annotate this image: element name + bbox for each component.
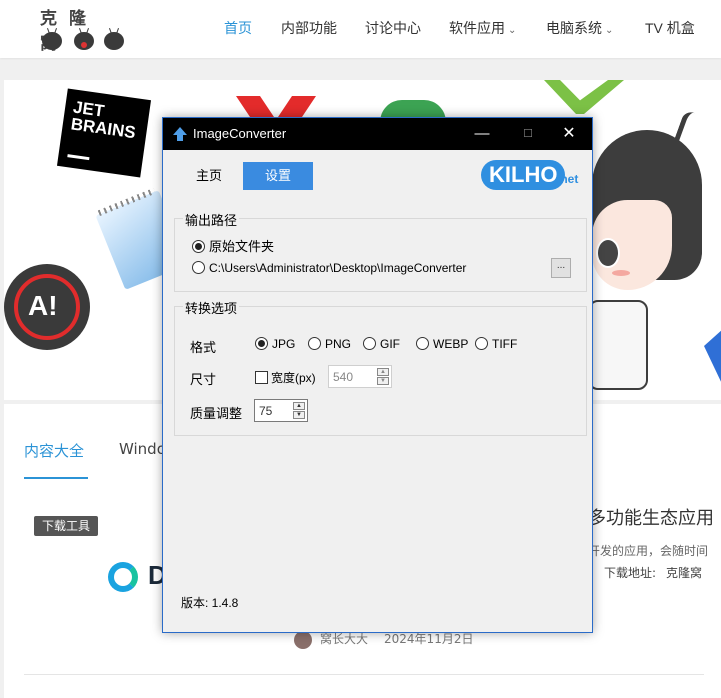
radio-button[interactable] [363,337,376,350]
tab-windows[interactable]: Windo [119,440,166,458]
format-webp[interactable]: WEBP [416,337,468,351]
up-arrow-icon[interactable]: ▲ [293,402,305,410]
tab-all-content[interactable]: 内容大全 [24,440,84,461]
site-logo[interactable]: 克隆窝 [40,4,126,54]
window-title: ImageConverter [193,126,287,141]
app-upload-icon [173,127,187,141]
down-arrow-icon[interactable]: ▼ [293,411,305,419]
format-gif[interactable]: GIF [363,337,400,351]
check-logo-shape [544,80,624,114]
article-desc: 开发的应用，会随时间 [588,544,709,558]
radio-button[interactable] [255,337,268,350]
maximize-button[interactable]: ☐ [505,118,551,150]
output-path-legend: 输出路径 [183,210,240,229]
article-title[interactable]: 多功能生态应用 [588,504,714,530]
width-input[interactable]: 540 ▲ ▼ [328,365,392,388]
tab-active-underline [24,477,88,479]
format-webp-label: WEBP [433,337,469,351]
kilho-logo[interactable]: KILHO .net [481,160,585,192]
width-checkbox-label: 宽度(px) [271,371,316,385]
nav-discussion[interactable]: 讨论中心 [365,18,421,38]
format-jpg-label: JPG [272,337,296,351]
bug-icon [40,28,64,50]
nav-system-label: 电脑系统 [546,20,602,36]
radio-button[interactable] [416,337,429,350]
nav-system[interactable]: 电脑系统 ⌄ [546,18,613,38]
width-checkbox[interactable]: 宽度(px) [255,369,316,386]
convert-options-legend: 转换选项 [183,298,240,317]
width-stepper[interactable]: ▲ ▼ [377,368,389,385]
quality-input[interactable]: 75 ▲ ▼ [254,399,308,422]
convert-options-group: 转换选项 格式 JPG PNG GIF WEBP TIFF 尺寸 宽度(px) … [174,298,587,436]
close-button[interactable]: ✕ [546,118,592,150]
site-header: 克隆窝 首页 内部功能 讨论中心 软件应用⌄ 电脑系统⌄ TV 机盒 [0,0,721,58]
radio-button[interactable] [308,337,321,350]
radio-original-folder[interactable]: 原始文件夹 [192,236,274,255]
author-name[interactable]: 窝长大大 [320,632,368,646]
up-arrow-icon[interactable]: ▲ [377,368,389,376]
ai-logo-icon: A! [4,264,90,350]
format-gif-label: GIF [380,337,400,351]
nav-software-label: 软件应用 [449,20,505,36]
chevron-down-icon: ⌄ [605,25,614,36]
format-png[interactable]: PNG [308,337,351,351]
width-value: 540 [333,370,354,384]
anime-mascot [588,109,721,390]
jetbrains-logo: JET BRAINS [56,88,152,178]
size-label: 尺寸 [190,372,217,387]
nav-software[interactable]: 软件应用 ⌄ [449,18,516,38]
minimize-button[interactable]: — [459,118,505,150]
kilho-logo-text: KILHO [481,160,566,190]
download-label: 下载地址: [604,566,657,580]
nav-tvbox[interactable]: TV 机盒 [645,18,695,38]
quality-value: 75 [259,404,273,418]
format-png-label: PNG [325,337,352,351]
radio-custom-folder[interactable]: C:\Users\Administrator\Desktop\ImageConv… [192,261,466,275]
output-path-group: 输出路径 原始文件夹 C:\Users\Administrator\Deskto… [174,210,587,292]
divider [24,674,704,675]
quality-stepper[interactable]: ▲ ▼ [293,402,305,419]
bug-icon [102,28,126,50]
quality-label: 质量调整 [190,406,243,421]
bug-icon [72,28,96,50]
download-info: 下载地址: 克隆窝 [604,564,702,581]
app-logo-icon [108,562,138,592]
version-label: 版本: 1.4.8 [181,596,239,610]
image-converter-window: ImageConverter — ☐ ✕ 主页 设置 KILHO .net 输出… [162,117,593,633]
jetbrains-text: JET BRAINS [69,97,137,143]
chevron-down-icon: ⌄ [508,25,517,36]
radio-button[interactable] [192,261,205,274]
tab-home[interactable]: 主页 [181,162,237,190]
format-label: 格式 [190,340,217,355]
down-arrow-icon[interactable]: ▼ [377,377,389,385]
radio-button[interactable] [192,240,205,253]
category-tag[interactable]: 下载工具 [34,516,98,536]
format-tiff[interactable]: TIFF [475,337,517,351]
radio-custom-label: C:\Users\Administrator\Desktop\ImageConv… [209,261,467,275]
ai-badge-text: A! [28,290,58,321]
tab-settings[interactable]: 设置 [243,162,313,190]
download-value[interactable]: 克隆窝 [666,566,702,580]
checkbox[interactable] [255,371,268,384]
window-body: 主页 设置 KILHO .net 输出路径 原始文件夹 C:\Users\Adm… [163,150,592,632]
nav-home[interactable]: 首页 [224,18,252,38]
kilho-logo-suffix: .net [557,172,579,186]
title-bar[interactable]: ImageConverter — ☐ ✕ [163,118,592,150]
format-jpg[interactable]: JPG [255,337,295,351]
avatar [294,630,312,649]
radio-button[interactable] [475,337,488,350]
radio-original-label: 原始文件夹 [209,239,275,254]
post-date: 2024年11月2日 [384,632,474,646]
format-tiff-label: TIFF [492,337,518,351]
nav-internal[interactable]: 内部功能 [281,18,337,38]
browse-button[interactable]: ... [551,258,571,278]
